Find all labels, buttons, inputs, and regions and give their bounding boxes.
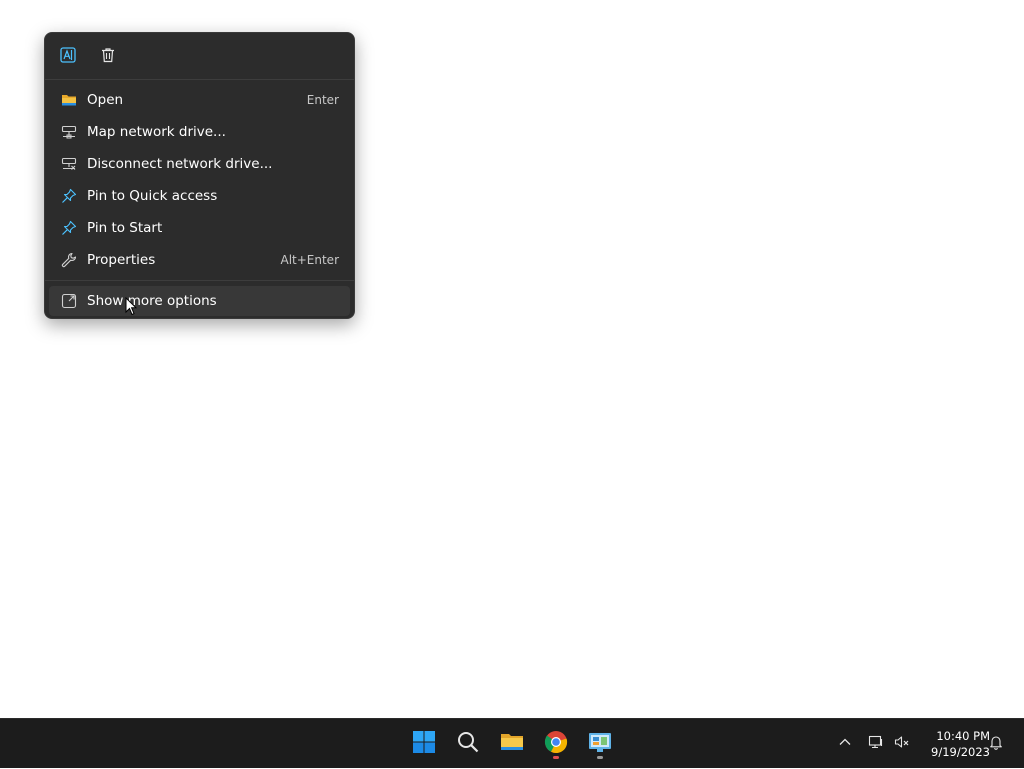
chevron-up-icon xyxy=(837,734,853,754)
disconnect-network-drive-icon xyxy=(61,156,77,172)
network-drive-icon xyxy=(61,124,77,140)
menu-item-label: Show more options xyxy=(87,293,217,309)
show-hidden-icons-button[interactable] xyxy=(835,719,855,769)
menu-item-shortcut: Enter xyxy=(306,93,339,107)
menu-item-properties[interactable]: Properties Alt+Enter xyxy=(49,245,350,275)
menu-item-label: Disconnect network drive... xyxy=(87,156,273,172)
menu-item-label: Map network drive... xyxy=(87,124,226,140)
menu-item-pin-to-quick-access[interactable]: Pin to Quick access xyxy=(49,181,350,211)
menu-divider xyxy=(45,79,354,80)
file-explorer-icon xyxy=(500,730,524,758)
start-button[interactable] xyxy=(407,727,441,761)
file-explorer-button[interactable] xyxy=(495,727,529,761)
clock-date: 9/19/2023 xyxy=(931,745,990,759)
menu-item-open[interactable]: Open Enter xyxy=(49,85,350,115)
folder-icon xyxy=(61,92,77,108)
app-running-indicator xyxy=(597,756,603,759)
menu-item-pin-to-start[interactable]: Pin to Start xyxy=(49,213,350,243)
wrench-icon xyxy=(61,252,77,268)
control-panel-button[interactable] xyxy=(583,727,617,761)
context-menu: Open Enter Map network drive... Disconne… xyxy=(44,32,355,319)
taskbar: 10:40 PM 9/19/2023 xyxy=(0,718,1024,768)
chrome-button[interactable] xyxy=(539,727,573,761)
menu-item-label: Open xyxy=(87,92,124,108)
menu-item-disconnect-network-drive[interactable]: Disconnect network drive... xyxy=(49,149,350,179)
show-more-options-icon xyxy=(61,293,77,309)
menu-divider xyxy=(45,280,354,281)
notification-bell-icon xyxy=(988,734,1004,754)
notifications-button[interactable] xyxy=(986,719,1006,769)
network-status-button[interactable] xyxy=(866,719,886,769)
rename-icon xyxy=(59,46,77,68)
menu-item-map-network-drive[interactable]: Map network drive... xyxy=(49,117,350,147)
menu-item-show-more-options[interactable]: Show more options xyxy=(49,286,350,316)
control-panel-icon xyxy=(588,730,612,758)
clock[interactable]: 10:40 PM 9/19/2023 xyxy=(918,728,990,760)
app-running-indicator xyxy=(553,756,559,759)
chrome-icon xyxy=(544,730,568,758)
volume-muted-icon xyxy=(894,734,910,754)
windows-start-icon xyxy=(412,730,436,758)
menu-item-label: Pin to Start xyxy=(87,220,163,236)
delete-button[interactable] xyxy=(96,45,120,69)
rename-button[interactable] xyxy=(56,45,80,69)
volume-button[interactable] xyxy=(892,719,912,769)
context-menu-quick-actions xyxy=(45,33,354,79)
menu-item-shortcut: Alt+Enter xyxy=(280,253,339,267)
network-icon xyxy=(868,734,884,754)
pin-icon xyxy=(61,188,77,204)
search-button[interactable] xyxy=(451,727,485,761)
pin-icon xyxy=(61,220,77,236)
mouse-cursor-icon xyxy=(125,297,137,316)
menu-item-label: Properties xyxy=(87,252,156,268)
clock-time: 10:40 PM xyxy=(936,729,990,743)
menu-item-label: Pin to Quick access xyxy=(87,188,218,204)
search-icon xyxy=(456,730,480,758)
delete-icon xyxy=(99,46,117,68)
